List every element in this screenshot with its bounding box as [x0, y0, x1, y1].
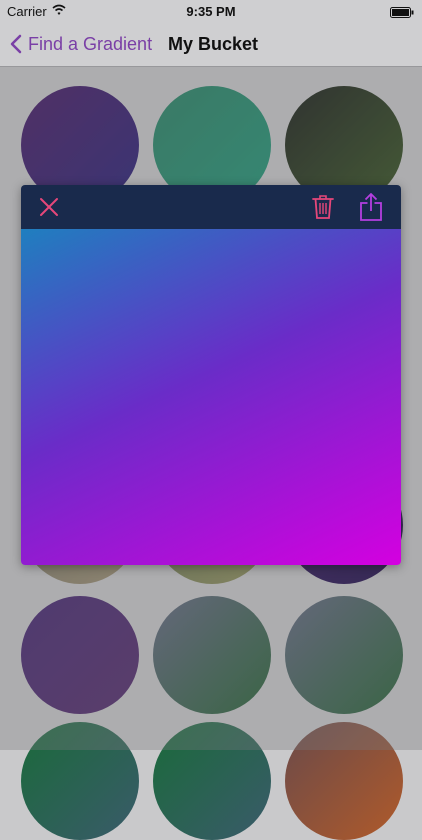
share-icon — [360, 193, 382, 221]
navigation-bar: Find a Gradient My Bucket — [0, 22, 422, 67]
close-icon — [40, 198, 58, 216]
modal-toolbar — [21, 185, 401, 229]
page-title: My Bucket — [168, 34, 259, 54]
battery-icon — [390, 6, 414, 18]
back-button-label: Find a Gradient — [28, 33, 153, 54]
delete-button[interactable] — [309, 191, 337, 223]
status-bar: Carrier 9:35 PM — [0, 0, 422, 22]
close-button[interactable] — [35, 193, 63, 221]
trash-icon — [312, 195, 334, 219]
share-button[interactable] — [357, 190, 385, 224]
gradient-preview — [21, 229, 401, 565]
chevron-left-icon — [10, 34, 22, 54]
back-button[interactable]: Find a Gradient — [10, 32, 152, 56]
clock: 9:35 PM — [186, 4, 236, 19]
gradient-preview-modal — [21, 185, 401, 565]
